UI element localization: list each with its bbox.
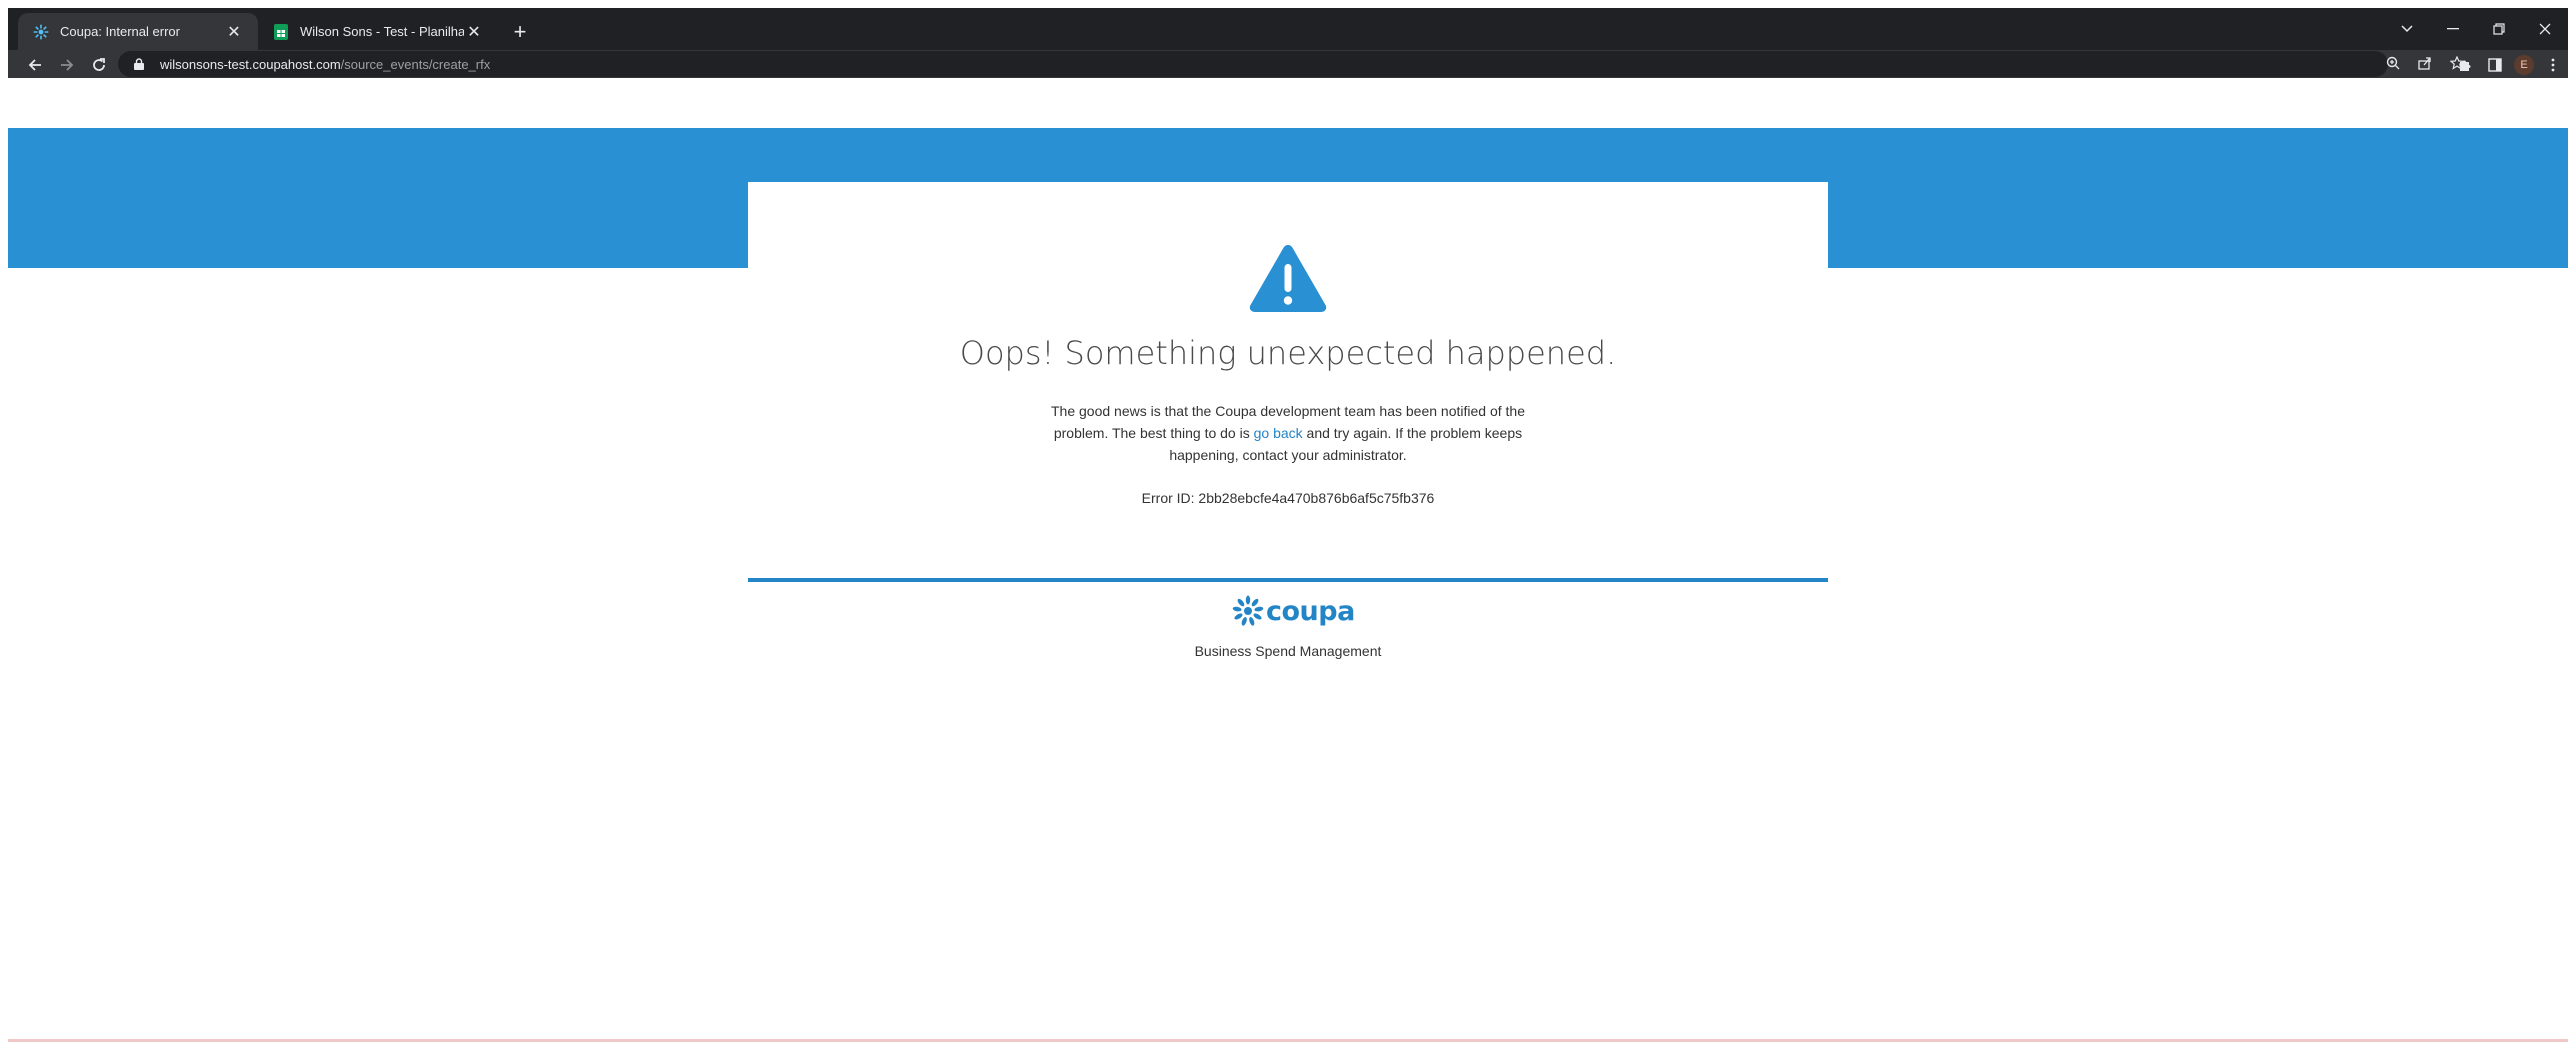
tab-close-icon[interactable]: ✕ bbox=[224, 22, 244, 42]
back-arrow-icon[interactable] bbox=[22, 52, 48, 78]
url-text[interactable]: wilsonsons-test.coupahost.com/source_eve… bbox=[160, 57, 490, 72]
error-id: Error ID: 2bb28ebcfe4a470b876b6af5c75fb3… bbox=[1141, 490, 1435, 506]
address-bar[interactable]: wilsonsons-test.coupahost.com/source_eve… bbox=[118, 51, 2388, 77]
page-content: Oops! Something unexpected happened. The… bbox=[8, 78, 2568, 1048]
url-host: wilsonsons-test.coupahost.com bbox=[160, 56, 341, 72]
error-card: Oops! Something unexpected happened. The… bbox=[748, 182, 1828, 582]
tab-title: Coupa: Internal error bbox=[60, 24, 180, 39]
reload-icon[interactable] bbox=[86, 52, 112, 78]
coupa-favicon-icon bbox=[32, 23, 50, 41]
browser-right-tools: E bbox=[2454, 52, 2564, 78]
side-panel-icon[interactable] bbox=[2484, 54, 2506, 76]
close-window-icon[interactable] bbox=[2522, 8, 2568, 50]
go-back-link[interactable]: go back bbox=[1254, 425, 1303, 441]
share-icon[interactable] bbox=[2414, 52, 2436, 74]
new-tab-button[interactable]: + bbox=[506, 18, 534, 46]
more-menu-icon[interactable] bbox=[2542, 54, 2564, 76]
tab-wilson-sons-sheets[interactable]: Wilson Sons - Test - Planilhas Go ✕ bbox=[258, 13, 498, 50]
tab-strip: Coupa: Internal error ✕ Wilson Sons - Te… bbox=[8, 8, 2568, 50]
zoom-icon[interactable] bbox=[2382, 52, 2404, 74]
tab-title: Wilson Sons - Test - Planilhas Go bbox=[300, 24, 464, 39]
coupa-logo: coupa bbox=[1232, 594, 1355, 628]
profile-avatar[interactable]: E bbox=[2514, 55, 2534, 75]
tab-coupa-internal-error[interactable]: Coupa: Internal error ✕ bbox=[18, 13, 258, 50]
warning-triangle-icon bbox=[1248, 242, 1328, 314]
tab-close-icon[interactable]: ✕ bbox=[464, 22, 484, 42]
coupa-sunburst-icon bbox=[1232, 595, 1264, 626]
screen: Coupa: Internal error ✕ Wilson Sons - Te… bbox=[0, 0, 2576, 1048]
lock-icon[interactable] bbox=[134, 57, 148, 71]
url-path: /source_events/create_rfx bbox=[340, 56, 491, 72]
error-headline: Oops! Something unexpected happened. bbox=[959, 334, 1617, 372]
window-controls bbox=[2384, 8, 2568, 50]
bottom-divider bbox=[8, 1039, 2568, 1042]
extensions-puzzle-icon[interactable] bbox=[2454, 54, 2476, 76]
browser-window: Coupa: Internal error ✕ Wilson Sons - Te… bbox=[8, 8, 2568, 78]
restore-icon[interactable] bbox=[2476, 8, 2522, 50]
google-sheets-favicon-icon bbox=[272, 23, 290, 41]
coupa-logo-text: coupa bbox=[1266, 595, 1355, 627]
forward-arrow-icon[interactable] bbox=[54, 52, 80, 78]
browser-toolbar: wilsonsons-test.coupahost.com/source_eve… bbox=[8, 50, 2568, 78]
error-message: The good news is that the Coupa developm… bbox=[1038, 400, 1538, 466]
minimize-icon[interactable] bbox=[2430, 8, 2476, 50]
footer-tagline: Business Spend Management bbox=[1194, 643, 1382, 659]
tab-search-icon[interactable] bbox=[2384, 8, 2430, 50]
